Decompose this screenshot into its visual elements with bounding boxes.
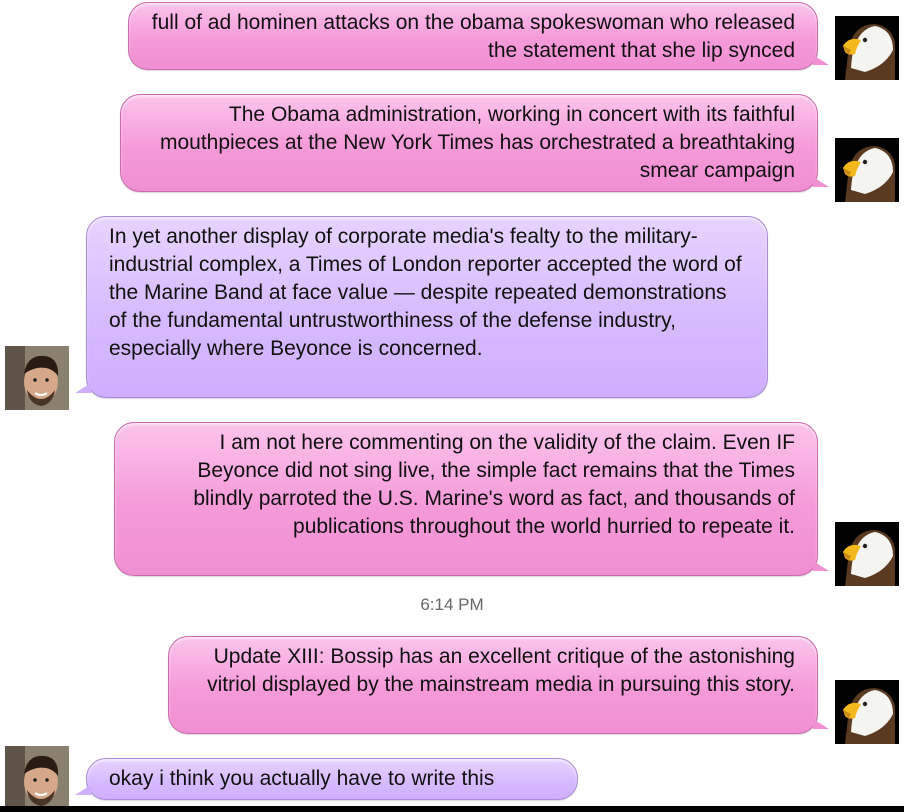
bald-eagle-icon — [835, 680, 899, 744]
eagle-avatar — [835, 138, 899, 202]
person-avatar — [5, 746, 69, 810]
person-photo-icon — [5, 346, 69, 410]
message-bubble: full of ad hominen attacks on the obama … — [128, 2, 829, 70]
eagle-avatar — [835, 680, 899, 744]
message-bubble: okay i think you actually have to write … — [75, 758, 578, 800]
bald-eagle-icon — [835, 522, 899, 586]
person-photo-icon — [5, 746, 69, 810]
person-avatar — [5, 346, 69, 410]
message-text: In yet another display of corporate medi… — [109, 225, 742, 360]
eagle-avatar — [835, 16, 899, 80]
message-bubble: The Obama administration, working in con… — [120, 94, 829, 192]
message-text: The Obama administration, working in con… — [159, 103, 795, 182]
message-text: okay i think you actually have to write … — [109, 767, 495, 790]
message-bubble: I am not here commenting on the validity… — [114, 422, 829, 576]
message-text: full of ad hominen attacks on the obama … — [151, 11, 795, 62]
message-bubble: Update XIII: Bossip has an excellent cri… — [168, 636, 829, 734]
message-text: Update XIII: Bossip has an excellent cri… — [207, 645, 795, 696]
bottom-border — [0, 806, 904, 812]
bald-eagle-icon — [835, 16, 899, 80]
message-text: I am not here commenting on the validity… — [193, 431, 795, 538]
eagle-avatar — [835, 522, 899, 586]
message-bubble: In yet another display of corporate medi… — [75, 216, 768, 398]
timestamp: 6:14 PM — [420, 595, 484, 614]
bald-eagle-icon — [835, 138, 899, 202]
